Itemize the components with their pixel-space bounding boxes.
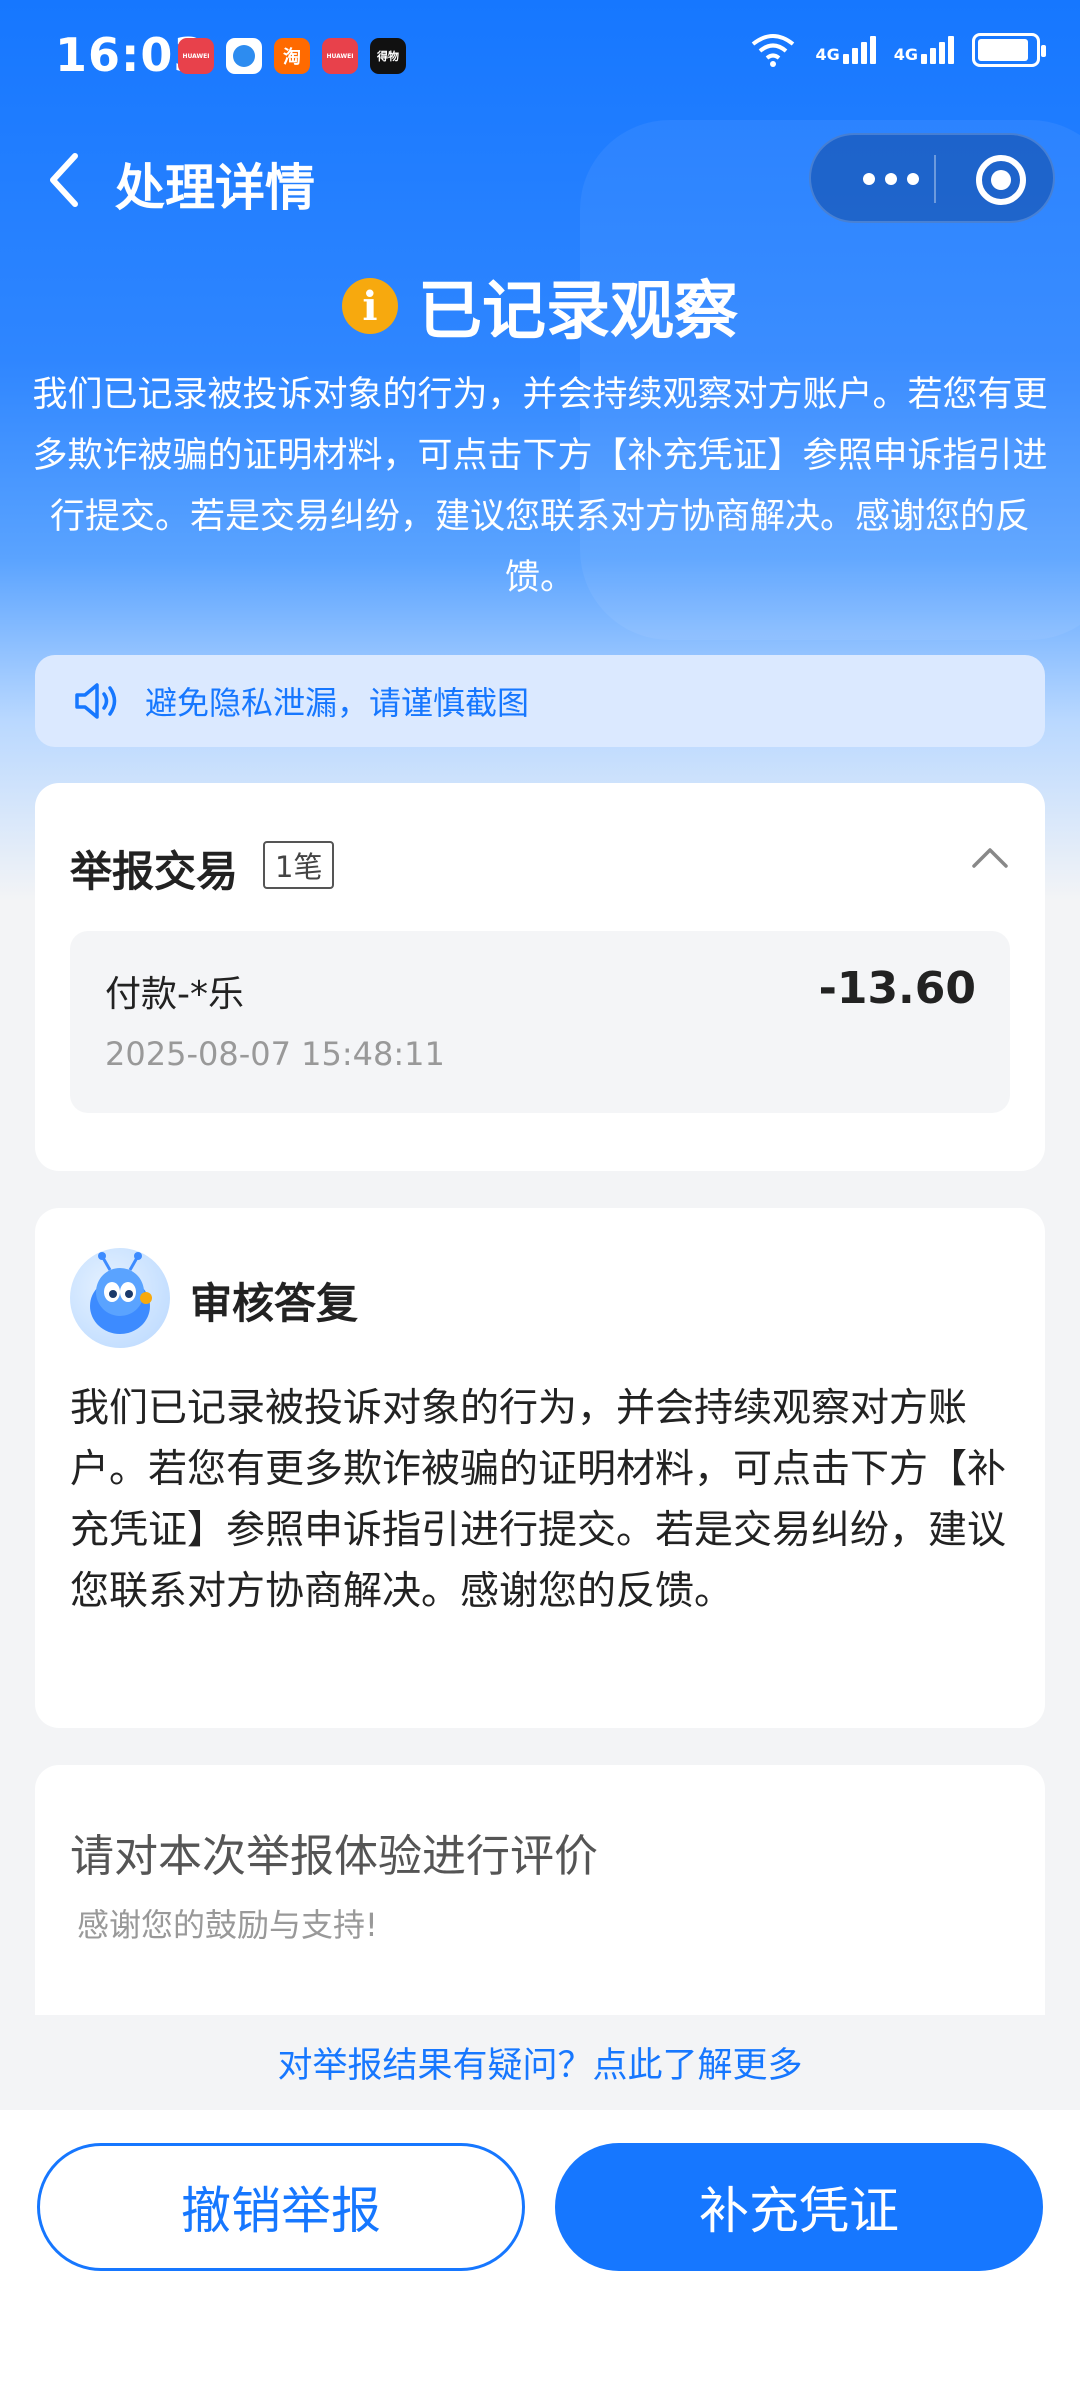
signal-2-icon: 4G <box>894 36 954 64</box>
browser-icon <box>226 38 262 74</box>
privacy-notice: 避免隐私泄漏，请谨慎截图 <box>35 655 1045 747</box>
reply-title: 审核答复 <box>190 1279 359 1328</box>
status-description: 我们已记录被投诉对象的行为，并会持续观察对方账户。若您有更多欺诈被骗的证明材料，… <box>32 375 1048 598</box>
transaction-item[interactable]: 付款-*乐 2025-08-07 15:48:11 -13.60 <box>70 931 1010 1113</box>
rating-title: 请对本次举报体验进行评价 <box>70 1831 598 1882</box>
help-bar: 对举报结果有疑问？点此了解更多 <box>0 2015 1080 2110</box>
mascot-avatar <box>70 1248 170 1348</box>
more-options-button[interactable] <box>841 157 941 201</box>
mini-program-capsule <box>809 133 1055 223</box>
status-title: 已记录观察 <box>418 275 738 349</box>
status-bar: 16:03 HUAWEI 淘 HUAWEI 得物 4G 4G <box>0 0 1080 120</box>
speaker-icon <box>73 676 123 726</box>
status-indicators: 4G 4G <box>749 32 1046 68</box>
info-icon: i <box>342 278 398 334</box>
cancel-report-button[interactable]: 撤销举报 <box>37 2143 525 2271</box>
battery-icon <box>972 33 1046 67</box>
report-transaction-card: 举报交易 1笔 付款-*乐 2025-08-07 15:48:11 -13.60 <box>35 783 1045 1171</box>
taobao-icon: 淘 <box>274 38 310 74</box>
wifi-icon <box>752 34 795 67</box>
notification-icons: HUAWEI 淘 HUAWEI 得物 <box>178 38 406 74</box>
reply-body: 我们已记录被投诉对象的行为，并会持续观察对方账户。若您有更多欺诈被骗的证明材料，… <box>70 1386 1007 1614</box>
chevron-up-icon <box>972 848 1008 868</box>
transaction-amount: -13.60 <box>818 963 976 1014</box>
supplement-evidence-button[interactable]: 补充凭证 <box>555 2143 1043 2271</box>
transaction-name: 付款-*乐 <box>105 974 244 1015</box>
notice-text: 避免隐私泄漏，请谨慎截图 <box>145 684 530 722</box>
close-mini-program-button[interactable] <box>976 155 1026 205</box>
collapse-button[interactable] <box>970 838 1010 878</box>
chevron-left-icon <box>50 153 78 207</box>
status-header: i 已记录观察 <box>0 260 1080 352</box>
report-title: 举报交易 <box>70 847 239 896</box>
capsule-divider <box>934 155 936 203</box>
rating-card[interactable]: 请对本次举报体验进行评价 感谢您的鼓励与支持! <box>35 1765 1045 2025</box>
dewu-icon: 得物 <box>370 38 406 74</box>
back-button[interactable] <box>30 145 100 215</box>
huawei-appgallery-icon: HUAWEI <box>178 38 214 74</box>
signal-1-icon: 4G <box>815 36 876 64</box>
rating-subtitle: 感谢您的鼓励与支持! <box>77 1906 378 1944</box>
nav-bar: 处理详情 <box>0 130 1080 230</box>
page-title: 处理详情 <box>115 159 315 217</box>
bottom-action-bar: 撤销举报 补充凭证 <box>0 2110 1080 2388</box>
transaction-time: 2025-08-07 15:48:11 <box>105 1035 445 1073</box>
huawei-store-icon: HUAWEI <box>322 38 358 74</box>
count-badge: 1笔 <box>263 841 335 889</box>
help-link[interactable]: 对举报结果有疑问？点此了解更多 <box>277 2037 802 2088</box>
review-reply-card: 审核答复 我们已记录被投诉对象的行为，并会持续观察对方账户。若您有更多欺诈被骗的… <box>35 1208 1045 1728</box>
